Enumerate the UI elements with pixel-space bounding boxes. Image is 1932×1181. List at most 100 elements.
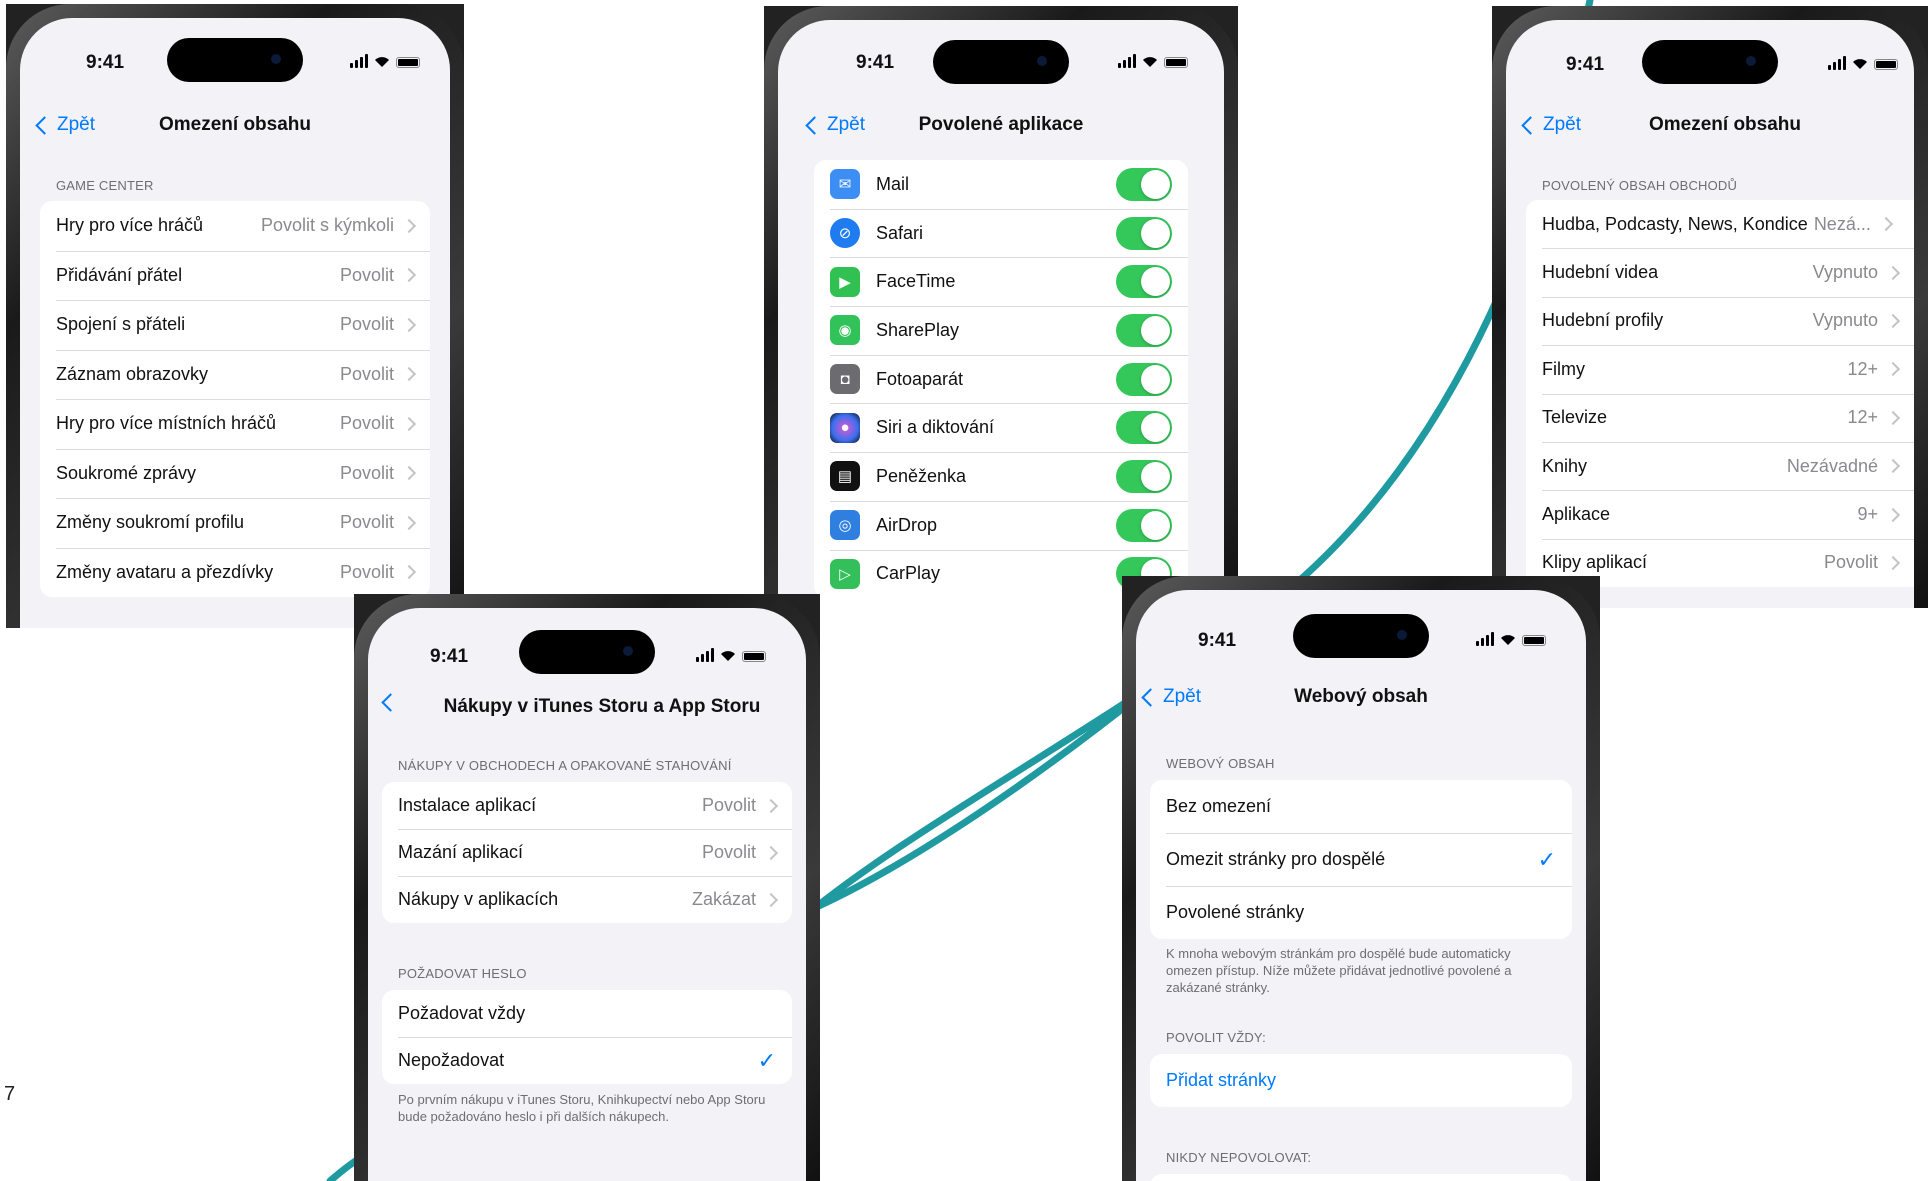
- setting-row[interactable]: Hudební videa Vypnuto: [1526, 248, 1914, 296]
- wifi-icon: [1501, 635, 1515, 645]
- signal-icon: [696, 648, 714, 662]
- section-header: GAME CENTER: [56, 178, 154, 193]
- setting-row[interactable]: Hry pro více místních hráčů Povolit: [40, 399, 430, 449]
- battery-icon: [1522, 635, 1546, 646]
- nav-bar: Zpět Omezení obsahu: [1506, 104, 1914, 154]
- toggle-switch[interactable]: [1116, 167, 1172, 201]
- option-row[interactable]: Bez omezení: [1150, 780, 1572, 833]
- section-header: NÁKUPY V OBCHODECH A OPAKOVANÉ STAHOVÁNÍ: [398, 758, 732, 773]
- wallet-icon: ▤: [830, 461, 860, 492]
- chevron-right-icon: [1885, 362, 1901, 377]
- signal-icon: [1476, 632, 1494, 646]
- page-title: Omezení obsahu: [1648, 114, 1802, 135]
- setting-row[interactable]: Nákupy v aplikacích Zakázat: [382, 876, 792, 923]
- nav-bar: Zpět Webový obsah: [1136, 676, 1586, 726]
- battery-icon: [396, 57, 420, 68]
- setting-row[interactable]: Spojení s přáteli Povolit: [40, 300, 430, 350]
- option-row[interactable]: Povolené stránky: [1150, 886, 1572, 939]
- siri-icon: ●: [830, 412, 860, 443]
- phone-allowed-apps: 9:41 Zpět Povolené aplikace ✉ Mail ⊘ Safar…: [764, 6, 1238, 596]
- setting-row[interactable]: Hry pro více hráčů Povolit s kýmkoli: [40, 201, 430, 251]
- phone-purchases: 9:41 Nákupy v iTunes Storu a App Storu N…: [354, 594, 820, 1181]
- page-number: 7: [4, 1083, 16, 1105]
- phone-store-content: 9:41 Zpět Omezení obsahu POVOLENÝ OBSAH …: [1492, 6, 1928, 608]
- section-header: POŽADOVAT HESLO: [398, 966, 527, 981]
- signal-icon: [1828, 56, 1846, 70]
- app-row-safari: ⊘ Safari: [814, 208, 1188, 258]
- setting-row[interactable]: Televize 12+: [1526, 393, 1914, 442]
- status-bar: 9:41: [20, 18, 450, 88]
- setting-row[interactable]: Soukromé zprávy Povolit: [40, 448, 430, 499]
- setting-row[interactable]: Aplikace 9+: [1526, 490, 1914, 538]
- chevron-right-icon: [401, 317, 417, 332]
- setting-row[interactable]: Záznam obrazovky Povolit: [40, 349, 430, 400]
- chevron-right-icon: [1885, 555, 1901, 570]
- setting-row[interactable]: Přidávání přátel Povolit: [40, 250, 430, 301]
- option-row[interactable]: Požadovat vždy: [382, 990, 792, 1037]
- nav-bar: Zpět Povolené aplikace: [778, 104, 1224, 154]
- screen: 9:41 Zpět Povolené aplikace ✉ Mail ⊘ Safar…: [778, 20, 1224, 596]
- setting-row[interactable]: Změny soukromí profilu Povolit: [40, 498, 430, 548]
- camera-icon: ◘: [830, 364, 860, 395]
- password-group: Požadovat vždy Nepožadovat ✓: [382, 990, 792, 1084]
- setting-row[interactable]: Knihy Nezávadné: [1526, 441, 1914, 490]
- back-button[interactable]: [381, 693, 400, 712]
- page-title: Povolené aplikace: [918, 114, 1084, 135]
- setting-row[interactable]: Změny avataru a přezdívky Povolit: [40, 547, 430, 598]
- status-bar: 9:41: [368, 608, 806, 678]
- phone-web-content: 9:41 Zpět Webový obsah WEBOVÝ OBSAH Bez …: [1122, 576, 1600, 1181]
- chevron-right-icon: [1885, 459, 1901, 474]
- page-title: Omezení obsahu: [158, 114, 312, 135]
- setting-row[interactable]: Instalace aplikací Povolit: [382, 782, 792, 829]
- chevron-left-icon: [381, 693, 400, 712]
- status-time: 9:41: [856, 52, 895, 73]
- status-time: 9:41: [86, 52, 125, 73]
- shareplay-icon: ◉: [830, 315, 860, 346]
- dynamic-island: [167, 38, 303, 82]
- footnote: Po prvním nákupu v iTunes Storu, Knihkup…: [398, 1092, 766, 1124]
- toggle-switch[interactable]: [1116, 216, 1172, 250]
- settings-group: Hudba, Podcasty, News, Kondice Nezá... Hu…: [1526, 200, 1914, 588]
- toggle-switch[interactable]: [1116, 313, 1172, 347]
- chevron-right-icon: [1878, 217, 1893, 232]
- app-row-shareplay: ◉ SharePlay: [814, 306, 1188, 355]
- chevron-right-icon: [401, 416, 417, 431]
- nav-bar: Nákupy v iTunes Storu a App Storu: [368, 686, 806, 736]
- screen: 9:41 Nákupy v iTunes Storu a App Storu N…: [368, 608, 806, 1181]
- nav-bar: Zpět Omezení obsahu: [20, 104, 450, 154]
- dynamic-island: [1293, 614, 1429, 658]
- setting-row[interactable]: Hudební profily Vypnuto: [1526, 296, 1914, 345]
- status-bar: 9:41: [778, 20, 1224, 90]
- app-row-mail: ✉ Mail: [814, 160, 1188, 209]
- wifi-icon: [375, 57, 389, 67]
- option-row[interactable]: Omezit stránky pro dospělé ✓: [1150, 833, 1572, 886]
- add-sites-button[interactable]: Přidat stránky: [1150, 1054, 1572, 1107]
- battery-icon: [742, 651, 766, 662]
- setting-row[interactable]: Mazání aplikací Povolit: [382, 829, 792, 876]
- safari-icon: ⊘: [830, 218, 860, 249]
- chevron-right-icon: [401, 515, 417, 530]
- app-row-siri: ● Siri a diktování: [814, 403, 1188, 452]
- toggle-switch[interactable]: [1116, 362, 1172, 396]
- wifi-icon: [721, 651, 735, 661]
- app-row-camera: ◘ Fotoaparát: [814, 354, 1188, 404]
- toggle-switch[interactable]: [1116, 508, 1172, 542]
- section-header: NIKDY NEPOVOLOVAT:: [1166, 1150, 1312, 1165]
- option-row[interactable]: Nepožadovat ✓: [382, 1037, 792, 1084]
- toggle-switch[interactable]: [1116, 411, 1172, 445]
- setting-row[interactable]: Filmy 12+: [1526, 345, 1914, 393]
- screen: 9:41 Zpět Omezení obsahu GAME CENTER Hry…: [20, 18, 450, 628]
- settings-group: Hry pro více hráčů Povolit s kýmkoli Přid…: [40, 201, 430, 597]
- screen: 9:41 Zpět Omezení obsahu POVOLENÝ OBSAH …: [1506, 20, 1914, 608]
- airdrop-icon: ◎: [830, 510, 860, 541]
- footnote: K mnoha webovým stránkám pro dospělé bud…: [1166, 946, 1512, 995]
- wifi-icon: [1143, 57, 1157, 67]
- facetime-icon: ▶: [830, 266, 860, 297]
- setting-row[interactable]: Hudba, Podcasty, News, Kondice Nezá...: [1526, 200, 1914, 248]
- toggle-switch[interactable]: [1116, 459, 1172, 493]
- toggle-switch[interactable]: [1116, 265, 1172, 299]
- chevron-right-icon: [1885, 507, 1901, 522]
- page-title: Nákupy v iTunes Storu a App Storu: [443, 696, 761, 717]
- checkmark-icon: ✓: [1537, 846, 1556, 872]
- battery-icon: [1164, 57, 1188, 68]
